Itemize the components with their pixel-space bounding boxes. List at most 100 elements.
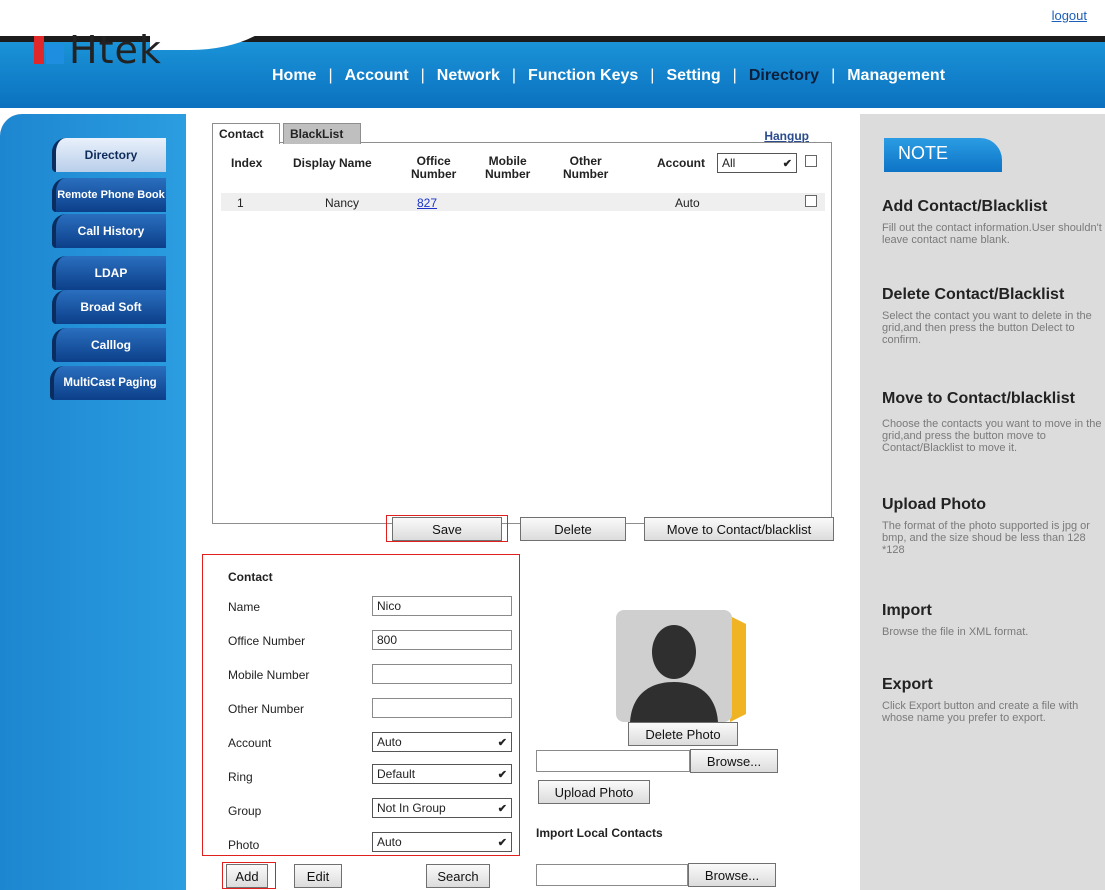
photo-select-value: Auto xyxy=(377,835,402,849)
nav-home[interactable]: Home xyxy=(268,67,320,85)
nav-management[interactable]: Management xyxy=(843,67,949,85)
mobile-number-label: Mobile Number xyxy=(228,668,310,682)
note-tab: NOTE xyxy=(884,138,1002,172)
nav-separator: | xyxy=(650,67,655,84)
ring-select[interactable]: Default ✔ xyxy=(372,764,512,784)
col-account: Account xyxy=(657,156,705,170)
top-nav: Home | Account | Network | Function Keys… xyxy=(268,62,949,90)
note-body-delete: Select the contact you want to delete in… xyxy=(882,310,1092,346)
contact-grid: Contact BlackList Hangup Index Display N… xyxy=(212,123,832,524)
tab-contact[interactable]: Contact xyxy=(212,123,280,144)
nav-network[interactable]: Network xyxy=(433,67,504,85)
htek-logo: Htek xyxy=(34,30,162,70)
chevron-down-icon: ✔ xyxy=(497,836,507,849)
sidebar-item-multicast-paging[interactable]: MultiCast Paging xyxy=(50,366,166,400)
col-mobile-line1: Mobile xyxy=(488,154,527,168)
sidebar-item-calllog[interactable]: Calllog xyxy=(52,328,166,362)
nav-separator: | xyxy=(328,67,333,84)
nav-separator: | xyxy=(831,67,836,84)
mobile-number-field[interactable] xyxy=(372,664,512,684)
group-select[interactable]: Not In Group ✔ xyxy=(372,798,512,818)
col-other-line2: Number xyxy=(563,167,609,181)
col-mobile-number: Mobile Number xyxy=(485,155,530,181)
office-number-label: Office Number xyxy=(228,634,306,648)
account-filter-value: All xyxy=(722,156,736,170)
name-field[interactable]: Nico xyxy=(372,596,512,616)
nav-function-keys[interactable]: Function Keys xyxy=(524,67,642,85)
contact-photo xyxy=(616,610,748,722)
office-number-field[interactable]: 800 xyxy=(372,630,512,650)
nav-separator: | xyxy=(732,67,737,84)
photo-select[interactable]: Auto ✔ xyxy=(372,832,512,852)
move-to-contact-blacklist-button[interactable]: Move to Contact/blacklist xyxy=(644,517,834,541)
logo-mark-icon xyxy=(34,36,66,64)
import-browse-button[interactable]: Browse... xyxy=(688,863,776,887)
account-filter-select[interactable]: All ✔ xyxy=(717,153,797,173)
note-heading-upload: Upload Photo xyxy=(882,496,986,513)
sidebar-item-directory[interactable]: Directory xyxy=(52,138,166,172)
sidebar-item-remote-phone-book[interactable]: Remote Phone Book xyxy=(52,178,166,212)
photo-browse-button[interactable]: Browse... xyxy=(690,749,778,773)
group-label: Group xyxy=(228,804,262,818)
note-body-add: Fill out the contact information.User sh… xyxy=(882,222,1102,246)
delete-button[interactable]: Delete xyxy=(520,517,626,541)
logo-text: Htek xyxy=(69,28,162,72)
col-office-line2: Number xyxy=(411,167,457,181)
name-label: Name xyxy=(228,600,261,614)
note-heading-delete: Delete Contact/Blacklist xyxy=(882,286,1065,303)
contact-form-title: Contact xyxy=(228,570,273,584)
logout-link[interactable]: logout xyxy=(1052,8,1087,23)
note-body-import: Browse the file in XML format. xyxy=(882,626,1029,638)
note-heading-export: Export xyxy=(882,676,933,693)
delete-photo-button[interactable]: Delete Photo xyxy=(628,722,738,746)
row-index: 1 xyxy=(237,196,244,210)
nav-account[interactable]: Account xyxy=(341,67,413,85)
grid-header: Index Display Name Office Number Mobile … xyxy=(221,147,825,193)
search-button[interactable]: Search xyxy=(426,864,490,888)
col-other-number: Other Number xyxy=(563,155,608,181)
ring-select-value: Default xyxy=(377,767,416,781)
chevron-down-icon: ✔ xyxy=(497,736,507,749)
nav-separator: | xyxy=(420,67,425,84)
edit-button[interactable]: Edit xyxy=(294,864,342,888)
sidebar-item-broadsoft[interactable]: Broad Soft xyxy=(52,290,166,324)
default-avatar-icon xyxy=(616,610,746,722)
nav-directory[interactable]: Directory xyxy=(745,67,823,85)
note-body-export: Click Export button and create a file wi… xyxy=(882,700,1079,724)
col-display-name: Display Name xyxy=(293,156,372,170)
import-file-path-input[interactable] xyxy=(536,864,688,886)
note-heading-import: Import xyxy=(882,602,932,619)
account-select[interactable]: Auto ✔ xyxy=(372,732,512,752)
ring-label: Ring xyxy=(228,770,253,784)
note-heading-move: Move to Contact/blacklist xyxy=(882,390,1075,407)
note-body-move: Choose the contacts you want to move in … xyxy=(882,418,1102,454)
photo-label: Photo xyxy=(228,838,260,852)
select-all-checkbox[interactable] xyxy=(805,155,817,167)
group-select-value: Not In Group xyxy=(377,801,446,815)
tab-blacklist[interactable]: BlackList xyxy=(283,123,361,144)
hangup-link[interactable]: Hangup xyxy=(764,129,809,143)
photo-file-path-input[interactable] xyxy=(536,750,690,772)
sidebar-item-ldap[interactable]: LDAP xyxy=(52,256,166,290)
chevron-down-icon: ✔ xyxy=(497,768,507,781)
row-office-number-link[interactable]: 827 xyxy=(417,196,437,210)
note-heading-add: Add Contact/Blacklist xyxy=(882,198,1048,215)
main-content: Contact BlackList Hangup Index Display N… xyxy=(186,114,860,890)
row-account: Auto xyxy=(675,196,700,210)
other-number-field[interactable] xyxy=(372,698,512,718)
add-button[interactable]: Add xyxy=(226,864,268,888)
row-display-name: Nancy xyxy=(325,196,360,210)
other-number-label: Other Number xyxy=(228,702,305,716)
sidebar-item-call-history[interactable]: Call History xyxy=(52,214,166,248)
nav-separator: | xyxy=(511,67,517,84)
save-button[interactable]: Save xyxy=(392,517,502,541)
col-other-line1: Other xyxy=(569,154,602,168)
account-label: Account xyxy=(228,736,272,750)
col-office-line1: Office xyxy=(416,154,451,168)
row-checkbox[interactable] xyxy=(805,195,817,207)
col-office-number: Office Number xyxy=(411,155,456,181)
upload-photo-button[interactable]: Upload Photo xyxy=(538,780,650,804)
note-body-upload: The format of the photo supported is jpg… xyxy=(882,520,1090,556)
nav-setting[interactable]: Setting xyxy=(662,67,724,85)
table-row[interactable]: 1 Nancy 827 Auto xyxy=(221,193,825,211)
